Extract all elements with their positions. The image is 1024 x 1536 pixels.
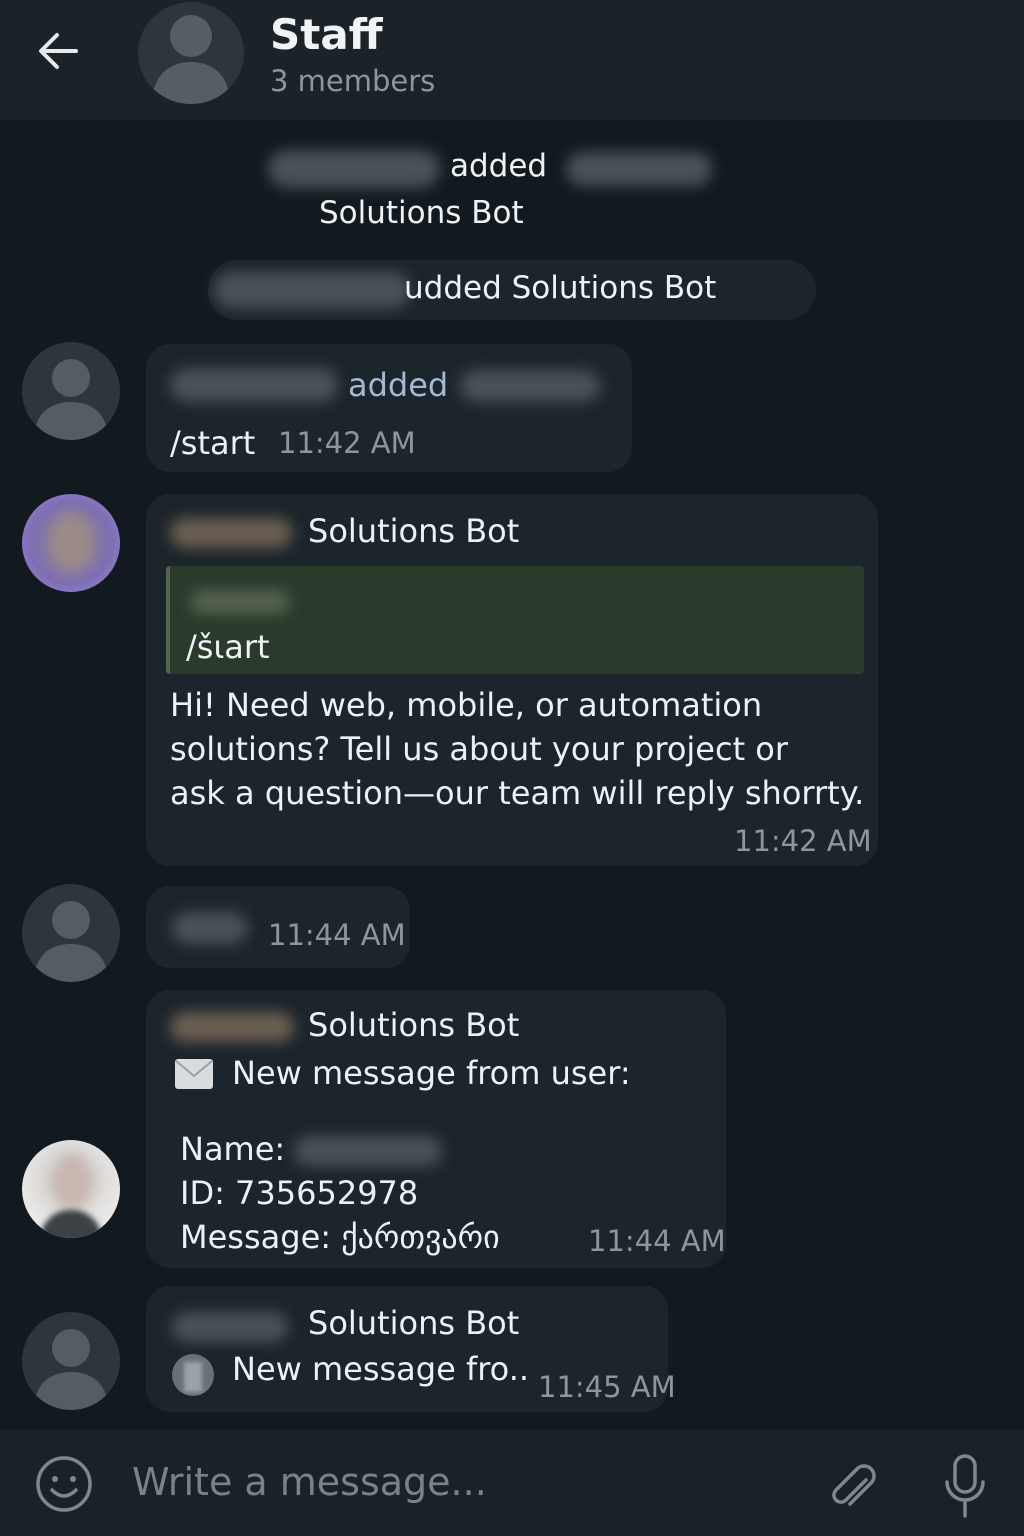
chat-title[interactable]: Staff [270,10,383,59]
mini-avatar [172,1354,214,1396]
blurred-name [190,590,290,614]
avatar[interactable] [22,342,120,440]
message-time: 11:42 AM [734,824,872,858]
group-avatar[interactable] [138,2,244,104]
message-bubble[interactable]: Solutions Bot New message fro.. 11:45 AM [146,1286,676,1412]
user-avatar[interactable] [22,1140,120,1238]
service-message: udded Solutions Bot [208,260,816,320]
message-time: 11:45 AM [538,1370,676,1404]
sender-name[interactable]: Solutions Bot [308,1304,519,1342]
smile-icon[interactable] [34,1454,94,1514]
message-line: solutions? Tell us about your project or [170,730,789,768]
microphone-icon[interactable] [938,1452,992,1522]
message-line: Hi! Need web, mobile, or automation [170,686,763,724]
quoted-text: /šιart [186,628,270,666]
paperclip-icon[interactable] [826,1460,882,1516]
blurred-name [170,518,292,548]
blurred-name [268,150,440,188]
blurred-name [172,1312,288,1342]
service-object: Solutions Bot [319,195,524,231]
blurred-name [170,368,338,402]
blurred-name [170,1012,294,1042]
name-label: Name: [180,1130,286,1168]
blurred-name [214,272,410,308]
chat-header: Staff 3 members [0,0,1024,120]
bot-avatar[interactable] [22,494,120,592]
message-time: 11:44 AM [268,918,406,952]
message-bubble[interactable]: added /start 11:42 AM [146,344,632,472]
message-verb: added [348,366,449,404]
envelope-icon [175,1059,213,1089]
notification-heading: New message from user: [232,1054,631,1092]
message-bubble[interactable]: 11:44 AM [146,886,410,968]
chat-screen: Staff 3 members added Solutions Bot udde… [0,0,1024,1536]
service-text: udded Solutions Bot [404,270,717,306]
message-text: /start [170,424,256,462]
blurred-name [460,370,600,402]
message-bubble[interactable]: Solutions Bot New message from user: Nam… [146,990,726,1268]
sender-name[interactable]: Solutions Bot [308,512,519,550]
message-preview: New message fro.. [232,1350,530,1388]
id-line: ID: 735652978 [180,1174,419,1212]
blurred-face [48,512,94,572]
message-bubble[interactable]: Solutions Bot /šιart Hi! Need web, mobil… [146,494,878,866]
message-line: Message: ქართვარი [180,1218,500,1256]
blurred-face [52,1154,92,1210]
message-input[interactable]: Write a message... [132,1460,487,1504]
blurred-shoulders [40,1210,102,1238]
sender-name[interactable]: Solutions Bot [308,1006,519,1044]
person-icon [34,901,108,982]
blurred-name [294,1136,442,1166]
reply-quote[interactable]: /šιart [166,566,864,674]
blurred-text [172,912,248,944]
message-time: 11:44 AM [588,1224,726,1258]
avatar[interactable] [22,884,120,982]
member-count: 3 members [270,64,436,98]
person-icon [152,15,230,104]
person-icon [34,359,108,440]
avatar[interactable] [22,1312,120,1410]
back-button[interactable] [30,24,86,80]
message-line: ask a question—our team will reply shorr… [170,774,865,812]
service-verb: added [450,148,548,184]
blurred-name [566,152,712,186]
composer-bar: Write a message... [0,1430,1024,1536]
arrow-left-icon [39,33,78,69]
person-icon [34,1329,108,1410]
message-time: 11:42 AM [278,426,416,460]
